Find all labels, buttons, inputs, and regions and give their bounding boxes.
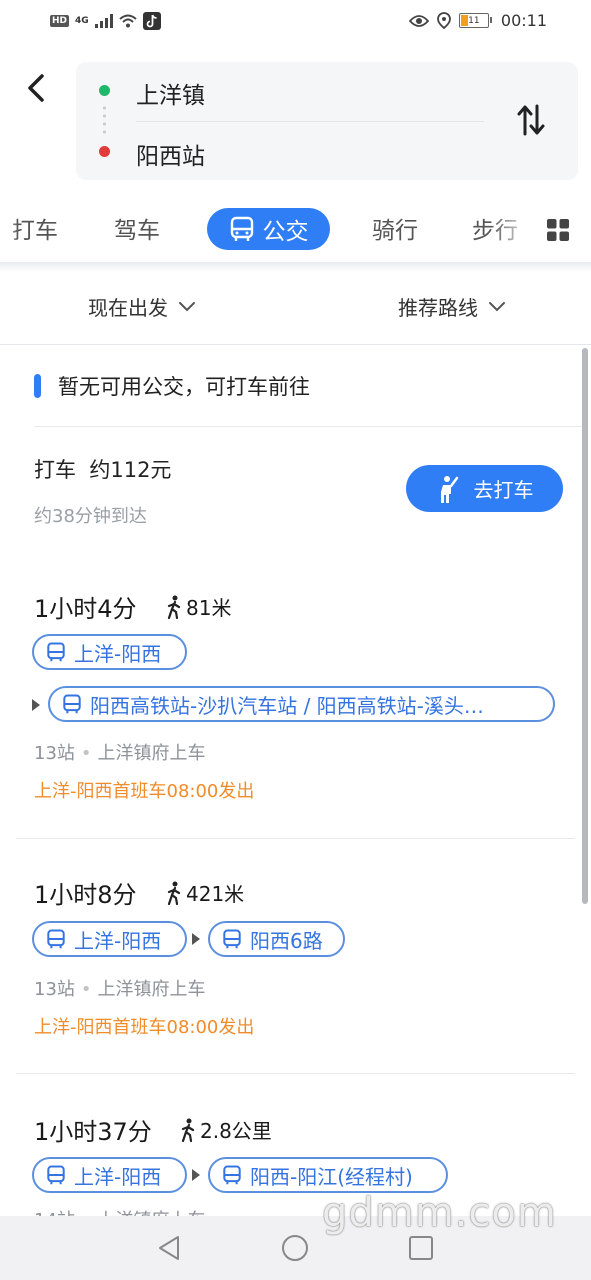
taxi-eta: 约38分钟到达 <box>34 506 147 527</box>
route-meta: 13站 • 上洋镇府上车 <box>34 979 206 1000</box>
first-bus-notice: 上洋-阳西首班车08:00发出 <box>34 1017 255 1038</box>
destination-dot <box>99 146 110 157</box>
route-duration: 1小时37分 <box>34 1118 152 1146</box>
bus-line-label: 上洋-阳西 <box>74 1164 162 1189</box>
status-bar: HD 4G 11 00:11 <box>0 0 591 46</box>
bus-icon <box>223 929 241 949</box>
eye-icon <box>408 14 429 27</box>
nav-recents-icon[interactable] <box>408 1235 434 1261</box>
bus-line-chip[interactable]: 上洋-阳西 <box>32 921 187 957</box>
boarding-stop: 上洋镇府上车 <box>97 979 206 1000</box>
bus-line-label: 阳西高铁站-沙扒汽车站 / 阳西高铁站-溪头… <box>90 693 484 718</box>
network-badge: 4G <box>75 16 89 26</box>
tab-drive[interactable]: 驾车 <box>114 211 160 245</box>
transport-mode-tabs: 打车 驾车 公交 骑行 步行 <box>0 200 591 262</box>
chevron-down-icon <box>489 301 505 311</box>
transfer-arrow <box>192 933 200 945</box>
back-icon[interactable] <box>20 66 54 110</box>
bus-icon <box>63 694 81 714</box>
first-bus-notice: 上洋-阳西首班车08:00发出 <box>34 781 255 802</box>
clock: 00:11 <box>500 11 547 30</box>
notice-marker <box>34 374 41 398</box>
hail-taxi-icon <box>440 475 458 503</box>
bus-line-label: 阳西-阳江(经程村) <box>250 1164 413 1189</box>
tabs-fade-right <box>490 200 535 262</box>
tiktok-icon <box>142 12 161 30</box>
walk-distance: 2.8公里 <box>200 1119 272 1143</box>
tab-bus-label: 公交 <box>262 219 309 245</box>
divider <box>34 426 582 427</box>
walk-icon <box>167 595 181 619</box>
notice-text: 暂无可用公交，可打车前往 <box>58 375 310 399</box>
boarding-stop: 上洋镇府上车 <box>97 743 206 764</box>
depart-time-label: 现在出发 <box>88 296 168 320</box>
route-duration: 1小时8分 <box>34 881 137 909</box>
transfer-arrow <box>32 699 40 711</box>
taxi-price: 打车 约112元 <box>34 458 172 482</box>
route-connector <box>103 104 106 136</box>
scrollbar[interactable] <box>582 348 588 904</box>
bus-line-chip[interactable]: 阳西6路 <box>208 921 345 957</box>
grid-icon[interactable] <box>546 218 570 242</box>
walk-icon <box>181 1118 195 1142</box>
transfer-arrow <box>192 1169 200 1181</box>
stop-count: 13站 <box>34 743 75 764</box>
route-duration: 1小时4分 <box>34 595 137 623</box>
wifi-icon <box>119 14 137 28</box>
bus-line-label: 上洋-阳西 <box>74 928 162 953</box>
route-meta: 13站 • 上洋镇府上车 <box>34 743 206 764</box>
divider <box>16 838 575 839</box>
battery-icon: 11 <box>458 13 492 28</box>
divider <box>136 121 484 122</box>
tab-bike[interactable]: 骑行 <box>372 211 418 245</box>
origin-field[interactable]: 上洋镇 <box>136 76 205 110</box>
chevron-down-icon <box>179 301 195 311</box>
bus-line-chip[interactable]: 上洋-阳西 <box>32 1157 187 1193</box>
divider <box>16 1073 575 1074</box>
bus-line-chip[interactable]: 上洋-阳西 <box>32 634 187 670</box>
route-card: 上洋镇 阳西站 <box>76 62 578 180</box>
watermark: gdmm.com <box>322 1190 557 1236</box>
walk-distance: 421米 <box>186 882 245 906</box>
swap-icon[interactable] <box>516 102 546 138</box>
stop-count: 13站 <box>34 979 75 1000</box>
route-walk: 81米 <box>166 592 231 621</box>
status-left: HD 4G <box>50 12 161 30</box>
bus-icon <box>47 1165 65 1185</box>
signal-icon <box>94 14 113 28</box>
bus-line-label: 上洋-阳西 <box>74 641 162 666</box>
hd-badge: HD <box>50 15 70 27</box>
sort-label: 推荐路线 <box>398 296 478 320</box>
bus-icon <box>230 216 253 241</box>
route-walk: 2.8公里 <box>180 1115 272 1144</box>
header-shadow <box>0 262 591 272</box>
destination-field[interactable]: 阳西站 <box>136 137 205 171</box>
bus-line-chip[interactable]: 阳西高铁站-沙扒汽车站 / 阳西高铁站-溪头… <box>48 686 555 722</box>
hail-taxi-button[interactable]: 去打车 <box>406 465 563 512</box>
origin-dot <box>99 85 110 96</box>
walk-icon <box>167 881 181 905</box>
location-icon <box>436 12 451 29</box>
nav-back-icon[interactable] <box>156 1234 182 1262</box>
sort-dropdown[interactable]: 推荐路线 <box>398 292 506 321</box>
walk-distance: 81米 <box>186 596 232 620</box>
tab-bus[interactable]: 公交 <box>207 208 330 250</box>
battery-level: 11 <box>468 15 480 26</box>
divider <box>0 344 591 345</box>
depart-time-dropdown[interactable]: 现在出发 <box>88 292 196 321</box>
status-right: 11 00:11 <box>408 11 547 30</box>
route-walk: 421米 <box>166 878 244 907</box>
tab-taxi[interactable]: 打车 <box>12 211 58 245</box>
bus-line-label: 阳西6路 <box>250 928 323 953</box>
nav-home-icon[interactable] <box>281 1234 309 1262</box>
hail-taxi-label: 去打车 <box>473 478 534 502</box>
tabs-fade-left <box>0 200 18 262</box>
bus-icon <box>47 929 65 949</box>
bus-icon <box>223 1165 241 1185</box>
bus-line-chip[interactable]: 阳西-阳江(经程村) <box>208 1157 448 1193</box>
bus-icon <box>47 642 65 662</box>
